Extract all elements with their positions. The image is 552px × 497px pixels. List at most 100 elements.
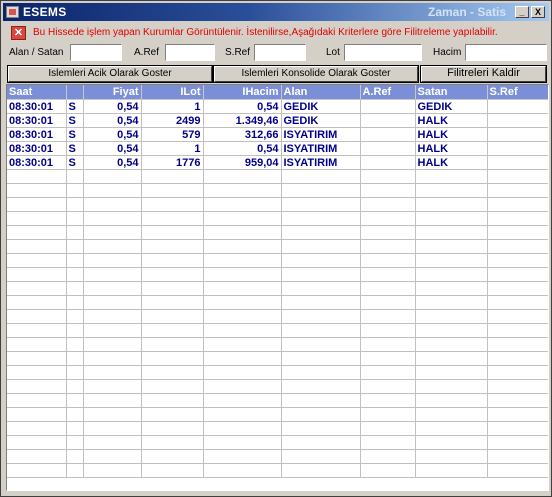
empty-cell bbox=[360, 407, 416, 422]
empty-cell bbox=[66, 309, 84, 324]
table-row[interactable]: 08:30:01 S 0,54 1 0,54 ISYATIRIM HALK bbox=[7, 141, 548, 156]
empty-row bbox=[7, 281, 548, 296]
window-title: ESEMS bbox=[23, 5, 67, 19]
empty-cell bbox=[487, 169, 548, 184]
empty-cell bbox=[281, 225, 361, 240]
empty-cell bbox=[66, 197, 84, 212]
empty-cell bbox=[66, 225, 84, 240]
hacim-input[interactable] bbox=[465, 44, 547, 61]
empty-cell bbox=[83, 197, 142, 212]
empty-cell bbox=[66, 449, 84, 464]
empty-cell bbox=[141, 169, 204, 184]
cell-satan: HALK bbox=[415, 141, 488, 156]
table-header-row: Saat Fiyat ILot IHacim Alan A.Ref Satan … bbox=[7, 85, 548, 100]
empty-cell bbox=[281, 379, 361, 394]
empty-cell bbox=[141, 379, 204, 394]
cell-satan: HALK bbox=[415, 113, 488, 128]
empty-cell bbox=[415, 449, 488, 464]
empty-cell bbox=[360, 449, 416, 464]
minimize-button[interactable]: _ bbox=[515, 6, 529, 18]
empty-row bbox=[7, 379, 548, 394]
cell-ihacim: 1.349,46 bbox=[203, 113, 282, 128]
empty-cell bbox=[360, 393, 416, 408]
empty-cell bbox=[7, 379, 67, 394]
empty-cell bbox=[203, 435, 282, 450]
empty-cell bbox=[7, 169, 67, 184]
empty-cell bbox=[360, 197, 416, 212]
col-header-ihacim[interactable]: IHacim bbox=[203, 85, 282, 100]
empty-cell bbox=[7, 309, 67, 324]
cell-ihacim: 959,04 bbox=[203, 155, 282, 170]
empty-cell bbox=[66, 393, 84, 408]
alan-satan-input[interactable] bbox=[70, 44, 122, 61]
empty-cell bbox=[281, 295, 361, 310]
empty-cell bbox=[487, 267, 548, 282]
col-header-ilot[interactable]: ILot bbox=[141, 85, 204, 100]
table-row[interactable]: 08:30:01 S 0,54 2499 1.349,46 GEDIK HALK bbox=[7, 113, 548, 128]
table-row[interactable]: 08:30:01 S 0,54 1 0,54 GEDIK GEDIK bbox=[7, 99, 548, 114]
empty-cell bbox=[66, 407, 84, 422]
col-header-side[interactable] bbox=[66, 85, 84, 100]
empty-cell bbox=[415, 323, 488, 338]
empty-cell bbox=[281, 435, 361, 450]
empty-cell bbox=[141, 407, 204, 422]
empty-row bbox=[7, 183, 548, 198]
empty-cell bbox=[7, 211, 67, 226]
trades-grid[interactable]: Saat Fiyat ILot IHacim Alan A.Ref Satan … bbox=[6, 84, 549, 491]
cell-ilot: 1776 bbox=[141, 155, 204, 170]
empty-cell bbox=[281, 197, 361, 212]
empty-cell bbox=[281, 393, 361, 408]
aref-label: A.Ref bbox=[134, 47, 160, 58]
empty-cell bbox=[141, 197, 204, 212]
empty-row bbox=[7, 351, 548, 366]
filitreleri-kaldir-button[interactable]: Filitreleri Kaldir bbox=[420, 65, 547, 83]
close-button[interactable]: X bbox=[531, 6, 545, 18]
empty-cell bbox=[487, 449, 548, 464]
table-row[interactable]: 08:30:01 S 0,54 1776 959,04 ISYATIRIM HALK bbox=[7, 155, 548, 170]
empty-cell bbox=[83, 379, 142, 394]
empty-cell bbox=[415, 197, 488, 212]
empty-cell bbox=[83, 225, 142, 240]
cell-side: S bbox=[66, 99, 84, 114]
cell-aref bbox=[360, 99, 416, 114]
empty-cell bbox=[7, 197, 67, 212]
col-header-saat[interactable]: Saat bbox=[7, 85, 67, 100]
empty-cell bbox=[203, 169, 282, 184]
cell-alan: ISYATIRIM bbox=[281, 155, 361, 170]
empty-cell bbox=[203, 379, 282, 394]
col-header-satan[interactable]: Satan bbox=[415, 85, 488, 100]
empty-cell bbox=[7, 407, 67, 422]
table-row[interactable]: 08:30:01 S 0,54 579 312,66 ISYATIRIM HALK bbox=[7, 127, 548, 142]
cell-sref bbox=[487, 113, 548, 128]
col-header-fiyat[interactable]: Fiyat bbox=[83, 85, 142, 100]
col-header-alan[interactable]: Alan bbox=[281, 85, 361, 100]
col-header-aref[interactable]: A.Ref bbox=[360, 85, 416, 100]
empty-row bbox=[7, 239, 548, 254]
empty-cell bbox=[487, 225, 548, 240]
title-bar[interactable]: ESEMS Zaman - Satis _ X bbox=[3, 3, 549, 21]
empty-cell bbox=[141, 351, 204, 366]
empty-cell bbox=[203, 211, 282, 226]
sref-input[interactable] bbox=[254, 44, 306, 61]
cell-aref bbox=[360, 113, 416, 128]
empty-cell bbox=[66, 267, 84, 282]
acik-goster-button[interactable]: Islemleri Acik Olarak Goster bbox=[7, 65, 213, 83]
empty-cell bbox=[141, 295, 204, 310]
empty-cell bbox=[487, 351, 548, 366]
empty-cell bbox=[281, 309, 361, 324]
empty-cell bbox=[83, 295, 142, 310]
empty-row bbox=[7, 169, 548, 184]
konsolide-goster-button[interactable]: Islemleri Konsolide Olarak Goster bbox=[213, 65, 419, 83]
empty-cell bbox=[360, 295, 416, 310]
col-header-sref[interactable]: S.Ref bbox=[487, 85, 548, 100]
aref-input[interactable] bbox=[165, 44, 215, 61]
empty-cell bbox=[203, 267, 282, 282]
lot-input[interactable] bbox=[344, 44, 422, 61]
empty-cell bbox=[415, 225, 488, 240]
empty-cell bbox=[203, 309, 282, 324]
lot-label: Lot bbox=[326, 47, 340, 58]
close-x-icon[interactable]: ✕ bbox=[11, 26, 26, 40]
cell-saat: 08:30:01 bbox=[7, 127, 67, 142]
empty-cell bbox=[83, 323, 142, 338]
empty-row bbox=[7, 309, 548, 324]
